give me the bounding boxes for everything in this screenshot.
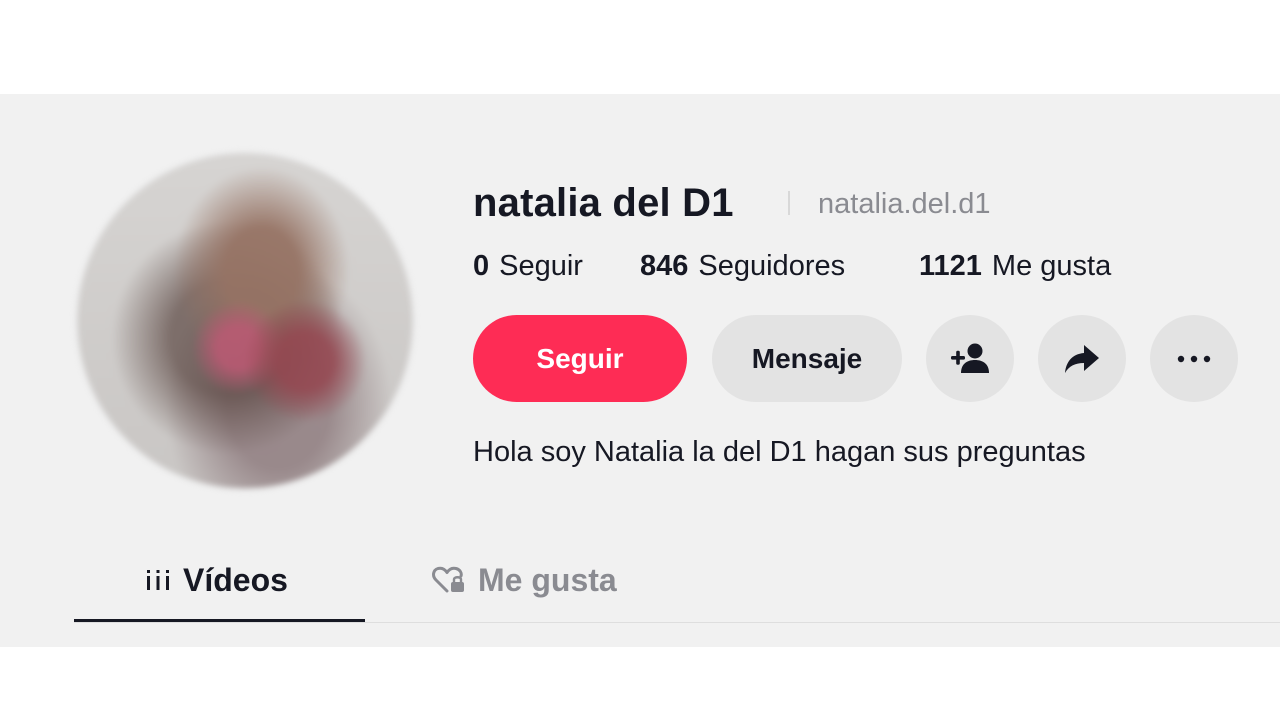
name-divider bbox=[788, 191, 790, 215]
avatar[interactable] bbox=[76, 152, 414, 490]
following-stat[interactable]: 0 Seguir bbox=[473, 248, 583, 284]
more-options-button[interactable] bbox=[1150, 315, 1238, 402]
add-user-icon bbox=[951, 343, 989, 373]
followers-label: Seguidores bbox=[698, 250, 846, 282]
username-handle: natalia.del.d1 bbox=[818, 188, 991, 220]
follow-button[interactable]: Seguir bbox=[473, 315, 687, 402]
profile-bio: Hola soy Natalia la del D1 hagan sus pre… bbox=[473, 436, 1086, 468]
tab-videos[interactable]: Vídeos bbox=[145, 558, 288, 602]
share-button[interactable] bbox=[1038, 315, 1126, 402]
likes-stat: 1121 Me gusta bbox=[919, 248, 1111, 284]
tab-videos-label: Vídeos bbox=[183, 561, 288, 598]
add-friend-button[interactable] bbox=[926, 315, 1014, 402]
following-label: Seguir bbox=[499, 250, 583, 282]
heart-lock-icon bbox=[432, 566, 464, 593]
tabs-divider bbox=[74, 622, 1280, 623]
followers-count: 846 bbox=[640, 250, 689, 282]
more-dots-icon bbox=[1177, 355, 1211, 362]
following-count: 0 bbox=[473, 250, 490, 282]
grid-bars-icon bbox=[147, 570, 169, 590]
message-button[interactable]: Mensaje bbox=[712, 315, 902, 402]
share-arrow-icon bbox=[1065, 344, 1099, 373]
followers-stat[interactable]: 846 Seguidores bbox=[640, 248, 845, 284]
tab-liked-label: Me gusta bbox=[478, 561, 617, 598]
likes-label: Me gusta bbox=[991, 250, 1112, 282]
tab-liked[interactable]: Me gusta bbox=[432, 558, 617, 602]
display-name: natalia del D1 bbox=[473, 181, 734, 225]
likes-count: 1121 bbox=[919, 250, 982, 282]
